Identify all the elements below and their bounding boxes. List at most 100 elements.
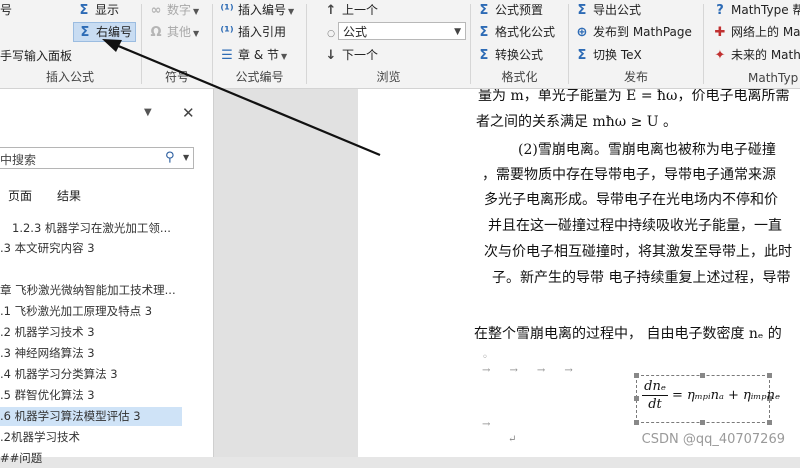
- group-label: 浏览: [376, 70, 401, 84]
- paragraph-mark: ◦: [482, 352, 488, 363]
- online-mathtype-button[interactable]: ✚ 网络上的 Ma: [712, 22, 800, 42]
- group-label: 插入公式: [45, 70, 94, 84]
- nav-heading-item-selected[interactable]: .6 机器学习算法模型评估 3: [0, 407, 182, 426]
- tab-results[interactable]: 结果: [57, 187, 81, 204]
- chevron-down-icon: ▼: [193, 29, 200, 38]
- doc-line: 次与价电子相互碰撞时，将其激发至导带上，此时: [484, 244, 792, 260]
- show-button[interactable]: Σ 显示: [76, 0, 119, 20]
- resize-handle[interactable]: [767, 373, 772, 378]
- nav-heading-item[interactable]: ##问题: [0, 449, 42, 468]
- web-icon: ✚: [714, 25, 726, 40]
- chapter-section-button[interactable]: ☰ 章 & 节 ▼: [219, 45, 287, 65]
- tex-icon: Σ: [577, 48, 587, 63]
- convert-formula-button[interactable]: Σ 转换公式: [476, 45, 543, 65]
- resize-handle[interactable]: [700, 373, 705, 378]
- chevron-down-icon: ▼: [281, 52, 288, 61]
- group-label: 公式编号: [235, 70, 284, 84]
- group-formula-number: ⁽¹⁾ 插入编号 ▼ ⁽¹⁾ 插入引用 ☰ 章 & 节 ▼ 公式编号: [213, 0, 306, 88]
- nav-heading-item[interactable]: 章 飞秒激光微纳智能加工技术理...: [0, 281, 176, 300]
- handwrite-panel-button[interactable]: 手写输入面板: [0, 46, 72, 66]
- star-icon: ✦: [714, 48, 726, 63]
- number-bracket-icon: ⁽¹⁾: [220, 3, 234, 18]
- toggle-tex-button[interactable]: Σ 切换 TeX: [574, 45, 642, 65]
- doc-line: 量为 m，单光子能量为 E = ħω，价电子电离所需: [478, 89, 790, 104]
- globe-icon: ⊕: [576, 25, 588, 40]
- nav-heading-item[interactable]: .5 群智优化算法 3: [0, 386, 95, 405]
- group-format: Σ 公式预置 Σ 格式化公式 Σ 转换公式 格式化: [471, 0, 568, 88]
- nav-search-input[interactable]: 中搜索 ⚲ ▼: [0, 147, 194, 169]
- group-label: 格式化: [501, 70, 538, 84]
- insert-number-button[interactable]: ⁽¹⁾ 插入编号 ▼: [219, 0, 294, 20]
- doc-line: ，需要物质中存在导带电子，导带电子通常来源: [482, 167, 776, 183]
- resize-handle[interactable]: [634, 396, 639, 401]
- group-insert-formula: 号 Σ 显示 Σ 右编号 手写输入面板 插入公式: [0, 0, 140, 88]
- digits-button[interactable]: ∞ 数字 ▼: [148, 0, 200, 20]
- sigma-icon: Σ: [80, 25, 90, 40]
- format-formula-button[interactable]: Σ 格式化公式: [476, 22, 555, 42]
- arrow-down-icon: ↓: [325, 48, 337, 63]
- doc-line: 子。新产生的导带 电子持续重复上述过程，导带: [492, 270, 791, 286]
- nav-options-icon[interactable]: ▼: [144, 107, 152, 118]
- search-icon[interactable]: ⚲: [165, 150, 175, 165]
- chevron-down-icon: ▼: [454, 27, 461, 37]
- chevron-down-icon: ▼: [193, 7, 200, 16]
- tab-marks: →: [482, 419, 491, 430]
- mathtype-help-button[interactable]: ? MathType 帮: [712, 0, 800, 20]
- nav-header: ▼ ✕: [0, 104, 213, 127]
- resize-handle[interactable]: [767, 420, 772, 425]
- left-fragment-button[interactable]: 号: [0, 0, 12, 20]
- tab-pages[interactable]: 页面: [8, 187, 32, 204]
- nav-heading-item[interactable]: .3 本文研究内容 3: [0, 239, 95, 258]
- publish-mathpage-button[interactable]: ⊕ 发布到 MathPage: [574, 22, 692, 42]
- export-formula-button[interactable]: Σ 导出公式: [574, 0, 641, 20]
- nav-heading-item[interactable]: .2 机器学习技术 3: [0, 323, 95, 342]
- sigma-icon: Σ: [479, 25, 489, 40]
- resize-handle[interactable]: [634, 373, 639, 378]
- equation-denominator: dt: [648, 397, 662, 412]
- doc-line: 并且在这一碰撞过程中持续吸收光子能量，一直: [488, 218, 782, 234]
- doc-line: (2)雪崩电离。雪崩电离也被称为电子碰撞: [518, 142, 776, 158]
- nav-heading-item[interactable]: .2机器学习技术: [0, 428, 80, 447]
- sigma-icon: Σ: [479, 3, 489, 18]
- group-publish: Σ 导出公式 ⊕ 发布到 MathPage Σ 切换 TeX 发布: [569, 0, 703, 88]
- close-icon[interactable]: ✕: [182, 104, 195, 122]
- watermark: CSDN @qq_40707269: [641, 432, 785, 447]
- nav-heading-item[interactable]: .4 机器学习分类算法 3: [0, 365, 118, 384]
- help-icon: ?: [716, 3, 724, 18]
- formula-preset-button[interactable]: Σ 公式预置: [476, 0, 543, 20]
- equation-rhs: = ηₘₚᵢnₐ + ηᵢₘₚnₑ: [672, 388, 780, 403]
- group-label: 符号: [164, 70, 189, 84]
- navigation-pane: ▼ ✕ 中搜索 ⚲ ▼ 页面 结果 1.2.3 机器学习在激光加工领... .3…: [0, 89, 214, 465]
- chevron-down-icon: ▼: [288, 7, 295, 16]
- next-button[interactable]: ↓ 下一个: [323, 45, 378, 65]
- group-browse: ↑ 上一个 ↓ 下一个 ○ 浏览: [307, 0, 470, 88]
- nav-heading-item[interactable]: 1.2.3 机器学习在激光加工领...: [12, 219, 171, 238]
- nav-heading-item[interactable]: .3 神经网络算法 3: [0, 344, 95, 363]
- ribbon: 号 Σ 显示 Σ 右编号 手写输入面板 插入公式 ∞ 数字 ▼ Ω 其他 ▼ 符号 ⁽¹⁾ 插…: [0, 0, 800, 89]
- circle-icon: ○: [327, 29, 335, 39]
- group-mathtype: ? MathType 帮 ✚ 网络上的 Ma ✦ 未来的 Math MathTyp: [704, 0, 800, 88]
- nav-heading-item[interactable]: .1 飞秒激光加工原理及特点 3: [0, 302, 152, 321]
- doc-line: 者之间的关系满足 mħω ≥ U 。: [476, 114, 678, 130]
- resize-handle[interactable]: [700, 420, 705, 425]
- right-number-button[interactable]: Σ 右编号: [73, 22, 137, 42]
- document-page[interactable]: 量为 m，单光子能量为 E = ħω，价电子电离所需 者之间的关系满足 mħω …: [358, 89, 800, 457]
- prev-button[interactable]: ↑ 上一个: [323, 0, 378, 20]
- other-button[interactable]: Ω 其他 ▼: [148, 22, 199, 42]
- group-label: 发布: [623, 70, 648, 84]
- group-label: MathTyp: [748, 71, 799, 85]
- browse-type-select[interactable]: 公式 ▼: [338, 22, 466, 40]
- export-icon: Σ: [577, 3, 587, 18]
- doc-line: 在整个雪崩电离的过程中， 自由电子数密度 nₑ 的: [474, 326, 782, 342]
- paragraph-mark: ↵: [508, 434, 517, 445]
- tab-marks: → → → →: [482, 365, 573, 376]
- equation-fraction: dnₑ dt: [642, 379, 668, 412]
- insert-ref-button[interactable]: ⁽¹⁾ 插入引用: [219, 22, 286, 42]
- sigma-icon: Σ: [79, 3, 89, 18]
- future-mathtype-button[interactable]: ✦ 未来的 Math: [712, 45, 800, 65]
- document-background: [214, 89, 358, 457]
- resize-handle[interactable]: [634, 420, 639, 425]
- list-icon: ☰: [221, 48, 233, 63]
- doc-line: 多光子电离形成。导带电子在光电场内不停和价: [484, 192, 778, 208]
- chevron-down-icon[interactable]: ▼: [183, 153, 189, 162]
